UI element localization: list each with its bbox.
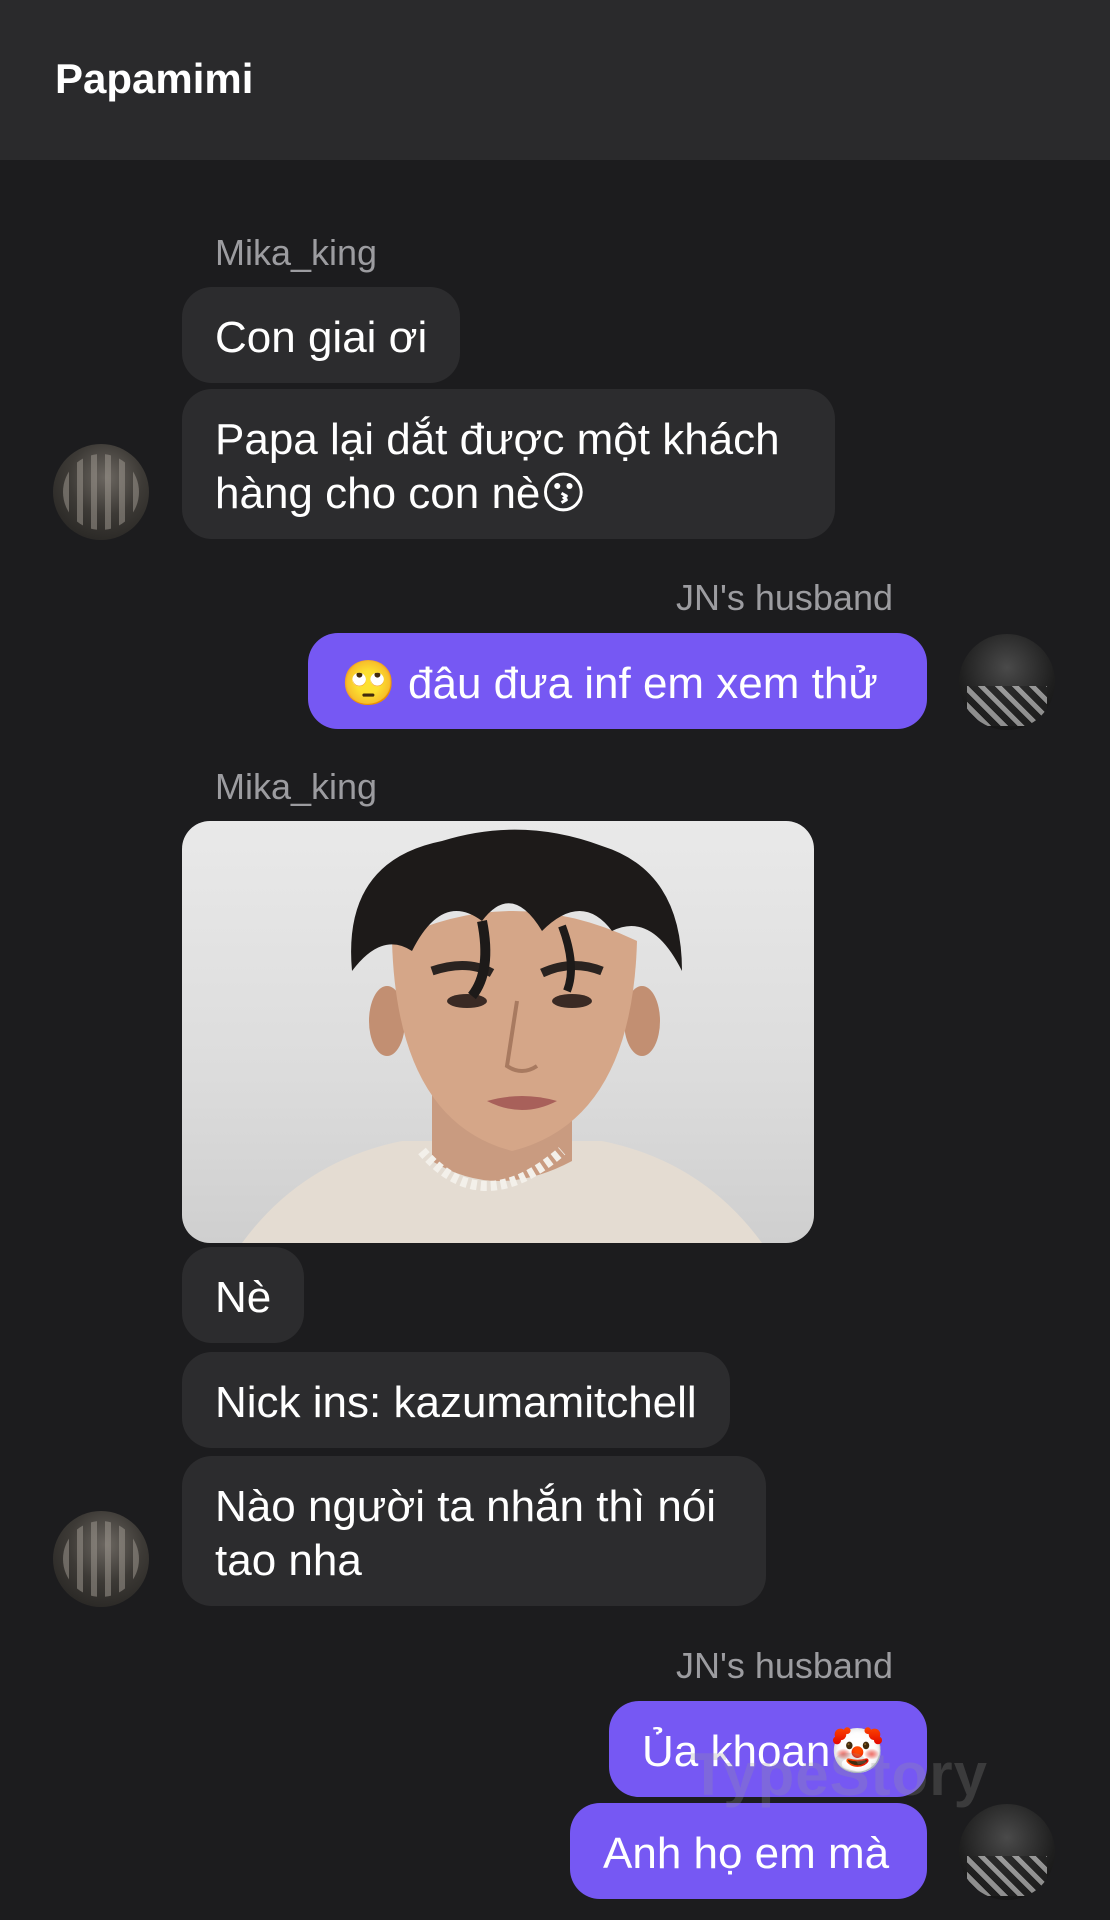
- sender-name: JN's husband: [675, 577, 893, 618]
- sender-name: JN's husband: [675, 1645, 893, 1686]
- message-bubble-incoming[interactable]: Nào người ta nhắn thì nói tao nha: [182, 1456, 766, 1606]
- message-photo[interactable]: [182, 821, 814, 1243]
- chat-title[interactable]: Papamimi: [55, 55, 253, 103]
- message-bubble-outgoing[interactable]: 🙄 đâu đưa inf em xem thử: [308, 633, 927, 729]
- avatar[interactable]: [959, 634, 1055, 730]
- message-bubble-outgoing[interactable]: Anh họ em mà: [570, 1803, 927, 1899]
- message-bubble-incoming[interactable]: Con giai ơi: [182, 287, 461, 383]
- watermark: TypeStory: [690, 1741, 988, 1808]
- chat-header: Papamimi: [0, 0, 1110, 160]
- message-bubble-incoming[interactable]: Papa lại dắt được một khách hàng cho con…: [182, 389, 835, 539]
- sender-name: Mika_king: [215, 232, 378, 273]
- avatar[interactable]: [53, 444, 149, 540]
- message-bubble-incoming[interactable]: Nè: [182, 1247, 305, 1343]
- portrait-image: [242, 829, 762, 1243]
- avatar[interactable]: [959, 1804, 1055, 1900]
- sender-name: Mika_king: [215, 766, 378, 807]
- avatar[interactable]: [53, 1511, 149, 1607]
- message-bubble-incoming[interactable]: Nick ins: kazumamitchell: [182, 1352, 730, 1448]
